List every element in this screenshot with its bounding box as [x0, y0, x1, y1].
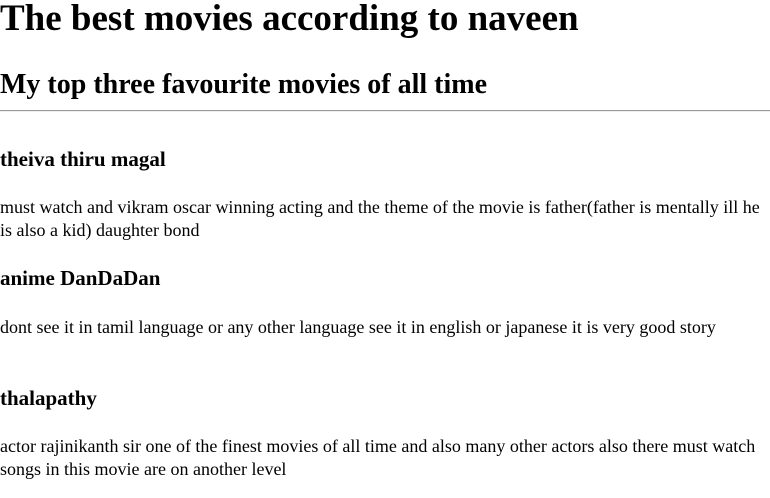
page-title: The best movies according to naveen [0, 0, 579, 39]
page-subtitle: My top three favourite movies of all tim… [0, 69, 488, 100]
movie-title-2: anime DanDaDan [0, 266, 161, 290]
movie-description-3: actor rajinikanth sir one of the finest … [0, 436, 756, 479]
divider [0, 110, 770, 112]
movie-description-1: must watch and vikram oscar winning acti… [0, 197, 760, 240]
movie-description-2: dont see it in tamil language or any oth… [0, 317, 716, 337]
page: The best movies according to naveen My t… [0, 0, 770, 498]
movie-title-3: thalapathy [0, 386, 97, 410]
movie-title-1: theiva thiru magal [0, 147, 166, 171]
